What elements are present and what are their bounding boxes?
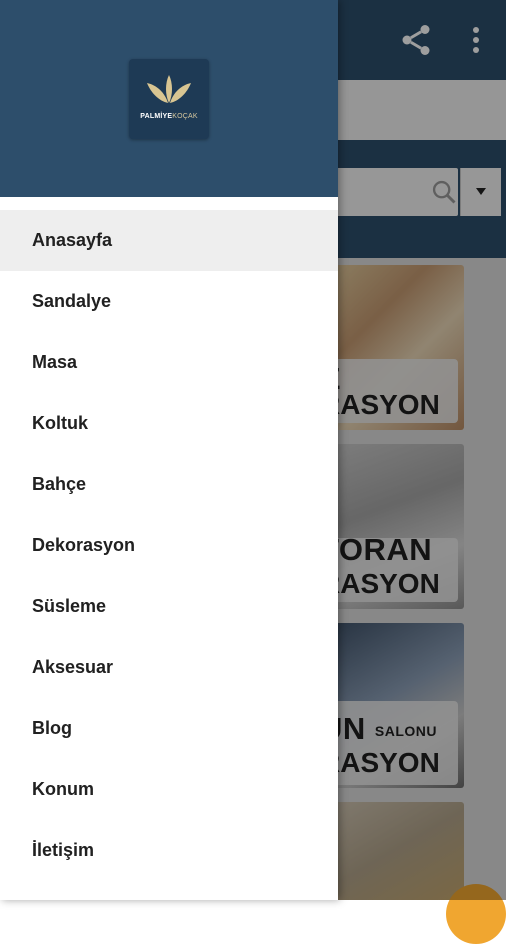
menu-item-susleme[interactable]: Süsleme [0,576,338,637]
menu-item-blog[interactable]: Blog [0,698,338,759]
logo-brand: PALMİYE [140,113,173,120]
menu-item-aksesuar[interactable]: Aksesuar [0,637,338,698]
menu-item-anasayfa[interactable]: Anasayfa [0,210,338,271]
navigation-drawer: PALMİYEKOÇAK Anasayfa Sandalye Masa Kolt… [0,0,338,900]
logo-wordmark: PALMİYEKOÇAK [129,113,209,120]
palm-leaf-icon [147,75,191,103]
menu-item-koltuk[interactable]: Koltuk [0,393,338,454]
menu-item-iletisim[interactable]: İletişim [0,820,338,881]
drawer-header: PALMİYEKOÇAK [0,0,338,197]
menu-item-masa[interactable]: Masa [0,332,338,393]
menu-item-bahce[interactable]: Bahçe [0,454,338,515]
menu-item-konum[interactable]: Konum [0,759,338,820]
drawer-menu: Anasayfa Sandalye Masa Koltuk Bahçe Deko… [0,210,338,881]
menu-item-sandalye[interactable]: Sandalye [0,271,338,332]
menu-item-dekorasyon[interactable]: Dekorasyon [0,515,338,576]
palmiye-logo: PALMİYEKOÇAK [129,59,209,139]
logo-brand-suffix: KOÇAK [172,113,198,120]
